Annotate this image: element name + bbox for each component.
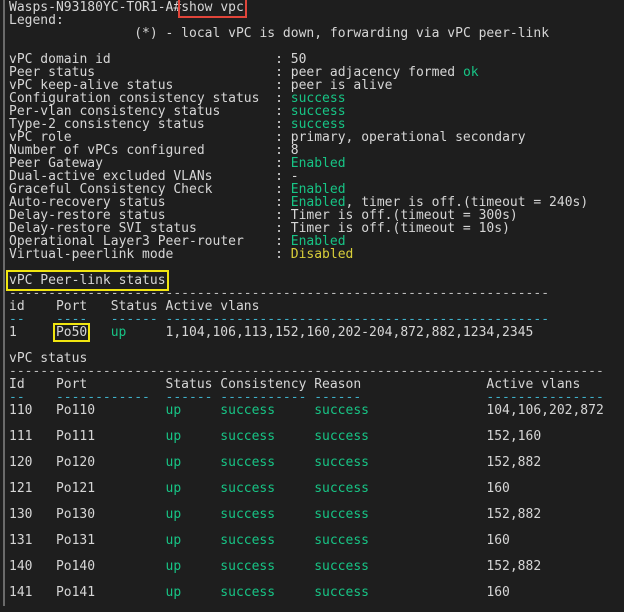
cell-status: up xyxy=(165,533,182,548)
separator: : xyxy=(275,247,291,262)
table-row: 110 Po110 up success success 104,106,202,872 xyxy=(9,404,624,430)
cell-port: Po130 xyxy=(55,507,96,522)
cell-port: Po110 xyxy=(55,403,96,418)
vpc-status-table: Id Port Status Consistency Reason Active vlan… xyxy=(9,378,624,612)
cell-port: Po131 xyxy=(55,533,96,548)
summary-value: ok xyxy=(462,65,479,80)
cell-port: Po111 xyxy=(55,429,96,444)
terminal-window[interactable]: Wasps-N93180YC-TOR1-A#show vpc Legend: (… xyxy=(3,0,624,606)
cell-status: up xyxy=(165,455,182,470)
table-row: 120 Po120 up success success 152,882 xyxy=(9,456,624,482)
cell-vlans: 152,882 xyxy=(486,507,542,522)
cell-vlans: 104,106,202,872 xyxy=(486,403,604,418)
cell-status: up xyxy=(165,481,182,496)
cell-consistency: success xyxy=(220,559,276,574)
cell-consistency: success xyxy=(220,481,276,496)
summary-row: Virtual-peerlink mode: Disabled xyxy=(9,248,624,261)
cell-status: up xyxy=(110,325,127,340)
cell-id: 141 xyxy=(9,585,33,600)
cell-port: Po141 xyxy=(55,585,96,600)
cell-status: up xyxy=(165,559,182,574)
peer-link-rule: ----------------------------------------… xyxy=(9,286,550,301)
table-row: 140 Po140 up success success 152,882 xyxy=(9,560,624,586)
cell-port: Po50 xyxy=(52,323,91,342)
cell-port: Po121 xyxy=(55,481,96,496)
cell-vlans: 160 xyxy=(486,481,510,496)
cell-port: Po120 xyxy=(55,455,96,470)
cell-status: up xyxy=(165,429,182,444)
cell-id: 111 xyxy=(9,429,33,444)
cell-id: 120 xyxy=(9,455,33,470)
cell-vlans: 1,104,106,113,152,160,202-204,872,882,12… xyxy=(165,325,534,340)
cell-status: up xyxy=(165,507,182,522)
table-row: 131 Po131 up success success 160 xyxy=(9,534,624,560)
cell-consistency: success xyxy=(220,403,276,418)
cell-id: 131 xyxy=(9,533,33,548)
table-row: 130 Po130 up success success 152,882 xyxy=(9,508,624,534)
summary-value: primary, operational secondary xyxy=(290,130,526,145)
cell-consistency: success xyxy=(220,533,276,548)
cell-reason: success xyxy=(314,585,369,600)
cell-vlans: 160 xyxy=(486,585,510,600)
cell-vlans: 160 xyxy=(486,533,510,548)
cell-reason: success xyxy=(314,455,369,470)
cell-reason: success xyxy=(314,481,369,496)
prompt-line: Wasps-N93180YC-TOR1-A#show vpc xyxy=(9,0,624,18)
summary-value: Disabled xyxy=(290,247,354,262)
cell-id: 1 xyxy=(9,325,17,340)
vpc-summary: vPC domain id: 50 Peer status: peer adjac… xyxy=(9,53,624,261)
legend-description: (*) - local vPC is down, forwarding via … xyxy=(134,26,550,41)
command-text: show vpc xyxy=(178,0,247,18)
cell-id: 140 xyxy=(9,559,33,574)
cell-vlans: 152,882 xyxy=(486,455,542,470)
cell-reason: success xyxy=(314,403,369,418)
legend-text: (*) - local vPC is down, forwarding via … xyxy=(9,27,624,40)
cell-status: up xyxy=(165,585,182,600)
table-row: 111 Po111 up success success 152,160 xyxy=(9,430,624,456)
cell-consistency: success xyxy=(220,507,276,522)
cell-status: up xyxy=(165,403,182,418)
cell-reason: success xyxy=(314,559,369,574)
cell-consistency: success xyxy=(220,585,276,600)
peer-link-table: id Port Status Active vlans -- ---- ------ ----… xyxy=(9,300,624,342)
cell-id: 110 xyxy=(9,403,33,418)
cell-reason: success xyxy=(314,533,369,548)
summary-label: Virtual-peerlink mode xyxy=(9,247,174,262)
cell-id: 130 xyxy=(9,507,33,522)
cell-port: Po140 xyxy=(55,559,96,574)
table-row: 141 Po141 up success success 160 xyxy=(9,586,624,612)
summary-value: Enabled xyxy=(290,156,346,171)
cell-consistency: success xyxy=(220,455,276,470)
table-row: 1 Po50 up 1,104,106,113,152,160,202-204,872… xyxy=(9,323,624,342)
cell-reason: success xyxy=(314,507,369,522)
cell-vlans: 152,160 xyxy=(486,429,542,444)
table-row: 121 Po121 up success success 160 xyxy=(9,482,624,508)
cell-vlans: 152,882 xyxy=(486,559,542,574)
cell-wrap: Po50 xyxy=(52,323,111,342)
cell-id: 121 xyxy=(9,481,33,496)
cell-reason: success xyxy=(314,429,369,444)
cell-consistency: success xyxy=(220,429,276,444)
